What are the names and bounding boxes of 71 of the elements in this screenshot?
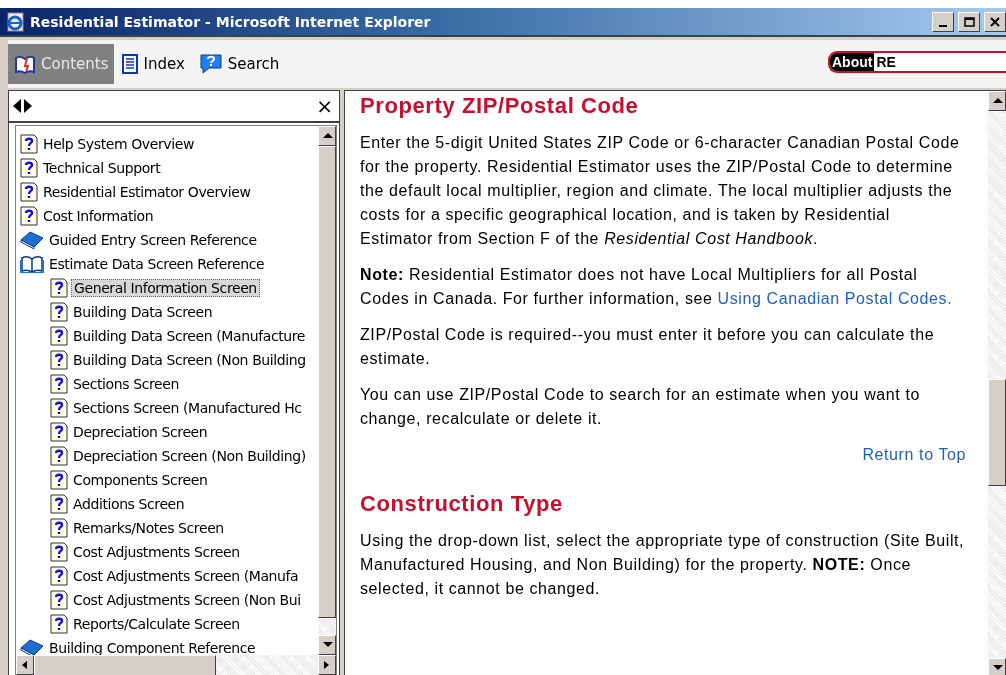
help-page-icon [50, 326, 68, 346]
toolbar-tab[interactable]: Index [116, 44, 191, 84]
help-page-icon [50, 542, 68, 562]
help-page-icon [50, 374, 68, 394]
tree-item[interactable]: Sections Screen [71, 376, 181, 392]
tree-item[interactable]: Cost Adjustments Screen [71, 544, 242, 560]
scroll-thumb[interactable] [988, 379, 1006, 486]
help-page-icon [50, 590, 68, 610]
tree-item[interactable]: Building Component Reference [47, 640, 258, 655]
help-page-icon [50, 446, 68, 466]
toolbar-tab[interactable]: Search [192, 44, 286, 84]
tree-item[interactable]: General Information Screen [71, 279, 260, 297]
help-page-icon [50, 470, 68, 490]
minimize-icon [939, 24, 947, 27]
tree-item[interactable]: Depreciation Screen [71, 424, 210, 440]
help-page-icon [50, 566, 68, 586]
tree-item[interactable]: Building Data Screen [71, 304, 215, 320]
tree-item[interactable]: Technical Support [41, 160, 163, 176]
tree-item[interactable]: Reports/Calculate Screen [71, 616, 242, 632]
help-page-icon [50, 398, 68, 418]
close-icon [990, 16, 1000, 27]
help-page-icon [50, 350, 68, 370]
close-pane-button[interactable]: × [316, 94, 333, 118]
tree-item[interactable]: Additions Screen [71, 496, 187, 512]
tree-item[interactable]: Cost Adjustments Screen (Non Bui [71, 592, 303, 608]
about-link[interactable]: About RE [828, 51, 1006, 73]
paragraph: Enter the 5-digit United States ZIP Code or 6-character Canadian Postal Code for the property. Residential Estimator uses the ZIP/Postal Code to determine the default local multiplier, region and climate. The local multiplier adjusts the costs for a specific geographical location, and is taken by Residential Estimator from Section F of the Residential Cost Handbook. [360, 133, 961, 249]
help-page-icon [20, 134, 38, 154]
section-heading: Construction Type [360, 491, 564, 517]
tree-item[interactable]: Cost Information [41, 208, 156, 224]
tree-item[interactable]: Residential Estimator Overview [41, 184, 253, 200]
tree-item[interactable]: Remarks/Notes Screen [71, 520, 226, 536]
list-icon [122, 54, 139, 74]
tree-item[interactable]: Sections Screen (Manufactured Hc [71, 400, 304, 416]
help-page-icon [50, 302, 68, 322]
help-bubble-icon [198, 53, 223, 75]
maximize-icon [963, 16, 975, 27]
paragraph: ZIP/Postal Code is required--you must enter it before you can calculate the estimate. [360, 325, 936, 369]
tree-item[interactable]: Depreciation Screen (Non Building) [71, 448, 308, 464]
help-page-icon [50, 494, 68, 514]
section-heading: Property ZIP/Postal Code [360, 93, 640, 119]
return-to-top-link[interactable]: Return to Top [862, 446, 966, 463]
help-page-icon [20, 182, 38, 202]
help-page-icon [20, 158, 38, 178]
help-page-icon [50, 422, 68, 442]
back-arrow-icon[interactable] [13, 99, 21, 113]
scroll-thumb[interactable] [318, 146, 336, 618]
maximize-button[interactable] [958, 11, 980, 32]
help-page-icon [20, 206, 38, 226]
tree-item[interactable]: Help System Overview [41, 136, 196, 152]
help-page-icon [50, 278, 68, 298]
tree-item[interactable]: Building Data Screen (Manufacture [71, 328, 307, 344]
text-link[interactable]: Using Canadian Postal Codes. [717, 290, 953, 307]
tree-item[interactable]: Guided Entry Screen Reference [47, 232, 259, 248]
paragraph: Using the drop-down list, select the appropriate type of construction (Site Built, Manufactured Housing, and Non Building) for the property. NOTE: Once selected, it cannot be changed. [360, 531, 966, 599]
scroll-thumb[interactable] [34, 655, 216, 675]
help-page-icon [50, 518, 68, 538]
tree-item[interactable]: Cost Adjustments Screen (Manufa [71, 568, 301, 584]
tree-item[interactable]: Building Data Screen (Non Building [71, 352, 308, 368]
browser-logo-icon [6, 11, 26, 32]
paragraph: You can use ZIP/Postal Code to search for an estimate when you want to change, recalculate or delete it. [360, 385, 921, 429]
forward-arrow-icon[interactable] [24, 99, 32, 113]
tree-item[interactable]: Estimate Data Screen Reference [47, 256, 267, 272]
book-icon [14, 54, 36, 74]
tree-item[interactable]: Components Screen [71, 472, 210, 488]
paragraph: Note: Residential Estimator does not have Local Multipliers for all Postal Codes in Canada. For further information, see Using Canadian Postal Codes. [360, 265, 954, 309]
window-title: Residential Estimator - Microsoft Internet Explorer [30, 13, 431, 30]
close-button[interactable] [984, 11, 1006, 32]
scroll-track[interactable] [318, 618, 336, 635]
help-page-icon [50, 614, 68, 634]
minimize-button[interactable] [932, 11, 954, 32]
